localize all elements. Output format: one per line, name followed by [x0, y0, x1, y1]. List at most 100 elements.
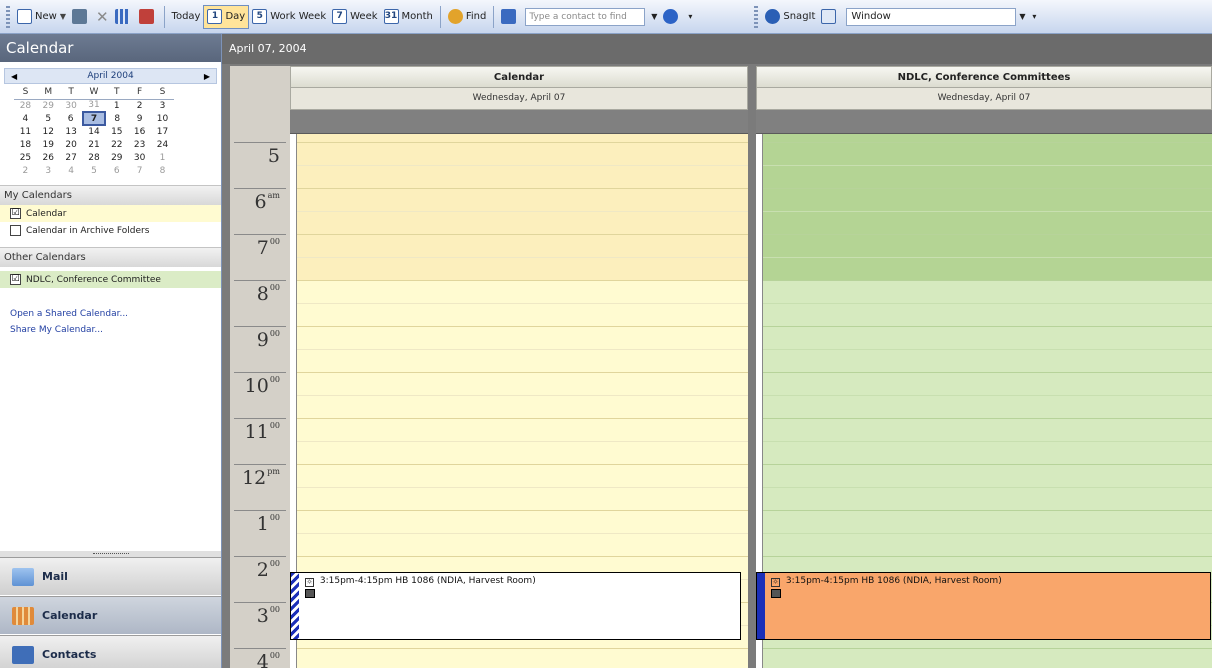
time-grid[interactable]: ☼ 3:15pm-4:15pm HB 1086 (NDIA, Harvest R…: [290, 134, 748, 668]
time-slot[interactable]: [756, 533, 1212, 534]
date-navigator-day[interactable]: 1: [151, 151, 174, 164]
date-navigator-day[interactable]: 21: [83, 138, 106, 151]
time-slot[interactable]: [756, 165, 1212, 166]
appointment[interactable]: ☼ 3:15pm-4:15pm HB 1086 (NDIA, Harvest R…: [756, 572, 1211, 640]
date-navigator-day[interactable]: 11: [14, 125, 37, 138]
date-navigator-day[interactable]: 7: [128, 164, 151, 177]
week-view-button[interactable]: 7 Week: [329, 5, 380, 29]
all-day-area[interactable]: [290, 110, 748, 134]
day-column-ndlc[interactable]: NDLC, Conference Committees Wednesday, A…: [756, 66, 1212, 668]
date-navigator-day[interactable]: 27: [60, 151, 83, 164]
time-slot[interactable]: [756, 349, 1212, 350]
date-navigator-day[interactable]: 7: [81, 111, 107, 126]
time-slot[interactable]: [756, 326, 1212, 327]
toolbar-options-icon[interactable]: ▾: [684, 8, 696, 26]
date-navigator-day[interactable]: 8: [105, 112, 128, 125]
time-slot[interactable]: [290, 188, 748, 189]
share-my-calendar-link[interactable]: Share My Calendar...: [0, 322, 221, 338]
time-slot[interactable]: [290, 165, 748, 166]
off-hours-area[interactable]: [290, 134, 748, 280]
time-slot[interactable]: [290, 441, 748, 442]
print-button[interactable]: [69, 5, 93, 29]
snagit-button[interactable]: SnagIt: [762, 5, 818, 29]
calendar-list-item-ndlc[interactable]: ☑ NDLC, Conference Committee: [0, 271, 221, 288]
date-navigator-day[interactable]: 20: [60, 138, 83, 151]
month-view-button[interactable]: 31 Month: [381, 5, 436, 29]
time-slot[interactable]: [290, 372, 748, 373]
time-slot[interactable]: [290, 648, 748, 649]
date-navigator-day[interactable]: 10: [151, 112, 174, 125]
checkbox[interactable]: [10, 225, 21, 236]
time-slot[interactable]: [756, 487, 1212, 488]
date-navigator-day[interactable]: 1: [105, 99, 128, 112]
date-navigator-day[interactable]: 24: [151, 138, 174, 151]
time-slot[interactable]: [290, 142, 748, 143]
date-navigator-day[interactable]: 29: [105, 151, 128, 164]
date-navigator-day[interactable]: 23: [128, 138, 151, 151]
day-view-button[interactable]: 1 Day: [203, 4, 250, 29]
time-slot[interactable]: [290, 349, 748, 350]
time-slot[interactable]: [756, 395, 1212, 396]
open-shared-calendar-link[interactable]: Open a Shared Calendar...: [0, 306, 221, 322]
toolbar-grip[interactable]: [6, 5, 10, 28]
time-slot[interactable]: [756, 372, 1212, 373]
time-slot[interactable]: [756, 648, 1212, 649]
date-navigator-day[interactable]: 5: [37, 112, 60, 125]
delete-button[interactable]: ✕: [93, 5, 112, 29]
all-day-area[interactable]: [756, 110, 1212, 134]
date-navigator-day[interactable]: 3: [37, 164, 60, 177]
time-slot[interactable]: [290, 303, 748, 304]
chevron-down-icon[interactable]: ▼: [648, 8, 660, 26]
appointment[interactable]: ☼ 3:15pm-4:15pm HB 1086 (NDIA, Harvest R…: [290, 572, 741, 640]
column-title[interactable]: NDLC, Conference Committees: [756, 66, 1212, 88]
date-navigator-day[interactable]: 13: [60, 125, 83, 138]
time-slot[interactable]: [756, 464, 1212, 465]
time-slot[interactable]: [756, 280, 1212, 281]
date-navigator-day[interactable]: 16: [128, 125, 151, 138]
date-navigator-day[interactable]: 19: [37, 138, 60, 151]
contacts-nav-button[interactable]: Contacts: [0, 635, 221, 668]
time-slot[interactable]: [756, 211, 1212, 212]
contact-search-input[interactable]: Type a contact to find: [525, 7, 646, 26]
calendar-nav-button[interactable]: Calendar: [0, 596, 221, 634]
previous-month-icon[interactable]: ◀: [11, 72, 17, 81]
chevron-down-icon[interactable]: ▼: [60, 12, 66, 21]
work-week-view-button[interactable]: 5 Work Week: [249, 5, 329, 29]
date-navigator-day[interactable]: 22: [105, 138, 128, 151]
time-slot[interactable]: [290, 464, 748, 465]
view-grid-button[interactable]: [112, 5, 136, 29]
date-navigator-day[interactable]: 28: [14, 99, 37, 112]
time-slot[interactable]: [756, 257, 1212, 258]
time-slot[interactable]: [290, 533, 748, 534]
find-button[interactable]: Find: [445, 5, 490, 29]
snagit-mode-button[interactable]: [818, 5, 842, 29]
time-slot[interactable]: [290, 487, 748, 488]
date-navigator-day[interactable]: 14: [83, 125, 106, 138]
date-navigator-day[interactable]: 31: [83, 99, 106, 112]
date-navigator-day[interactable]: 18: [14, 138, 37, 151]
time-slot[interactable]: [756, 188, 1212, 189]
date-navigator-day[interactable]: 29: [37, 99, 60, 112]
time-slot[interactable]: [756, 556, 1212, 557]
date-navigator-day[interactable]: 12: [37, 125, 60, 138]
time-slot[interactable]: [290, 234, 748, 235]
calendar-list-item-archive[interactable]: Calendar in Archive Folders: [0, 222, 221, 239]
date-navigator-day[interactable]: 26: [37, 151, 60, 164]
checkbox[interactable]: ☑: [10, 208, 21, 219]
date-navigator-day[interactable]: 4: [60, 164, 83, 177]
address-book-lookup-button[interactable]: [498, 5, 522, 29]
date-navigator-day[interactable]: 5: [83, 164, 106, 177]
date-navigator-day[interactable]: 6: [105, 164, 128, 177]
time-slot[interactable]: [290, 211, 748, 212]
new-button[interactable]: New ▼: [14, 5, 69, 29]
date-navigator-day[interactable]: 9: [128, 112, 151, 125]
date-navigator-day[interactable]: 28: [83, 151, 106, 164]
chevron-down-icon[interactable]: ▼: [1016, 8, 1028, 26]
today-button[interactable]: Today: [169, 5, 204, 29]
time-slot[interactable]: [290, 418, 748, 419]
toolbar-grip[interactable]: [754, 5, 759, 28]
my-calendars-header[interactable]: My Calendars: [0, 185, 221, 205]
date-navigator-day[interactable]: 2: [14, 164, 37, 177]
checkbox[interactable]: ☑: [10, 274, 21, 285]
date-navigator-day[interactable]: 8: [151, 164, 174, 177]
